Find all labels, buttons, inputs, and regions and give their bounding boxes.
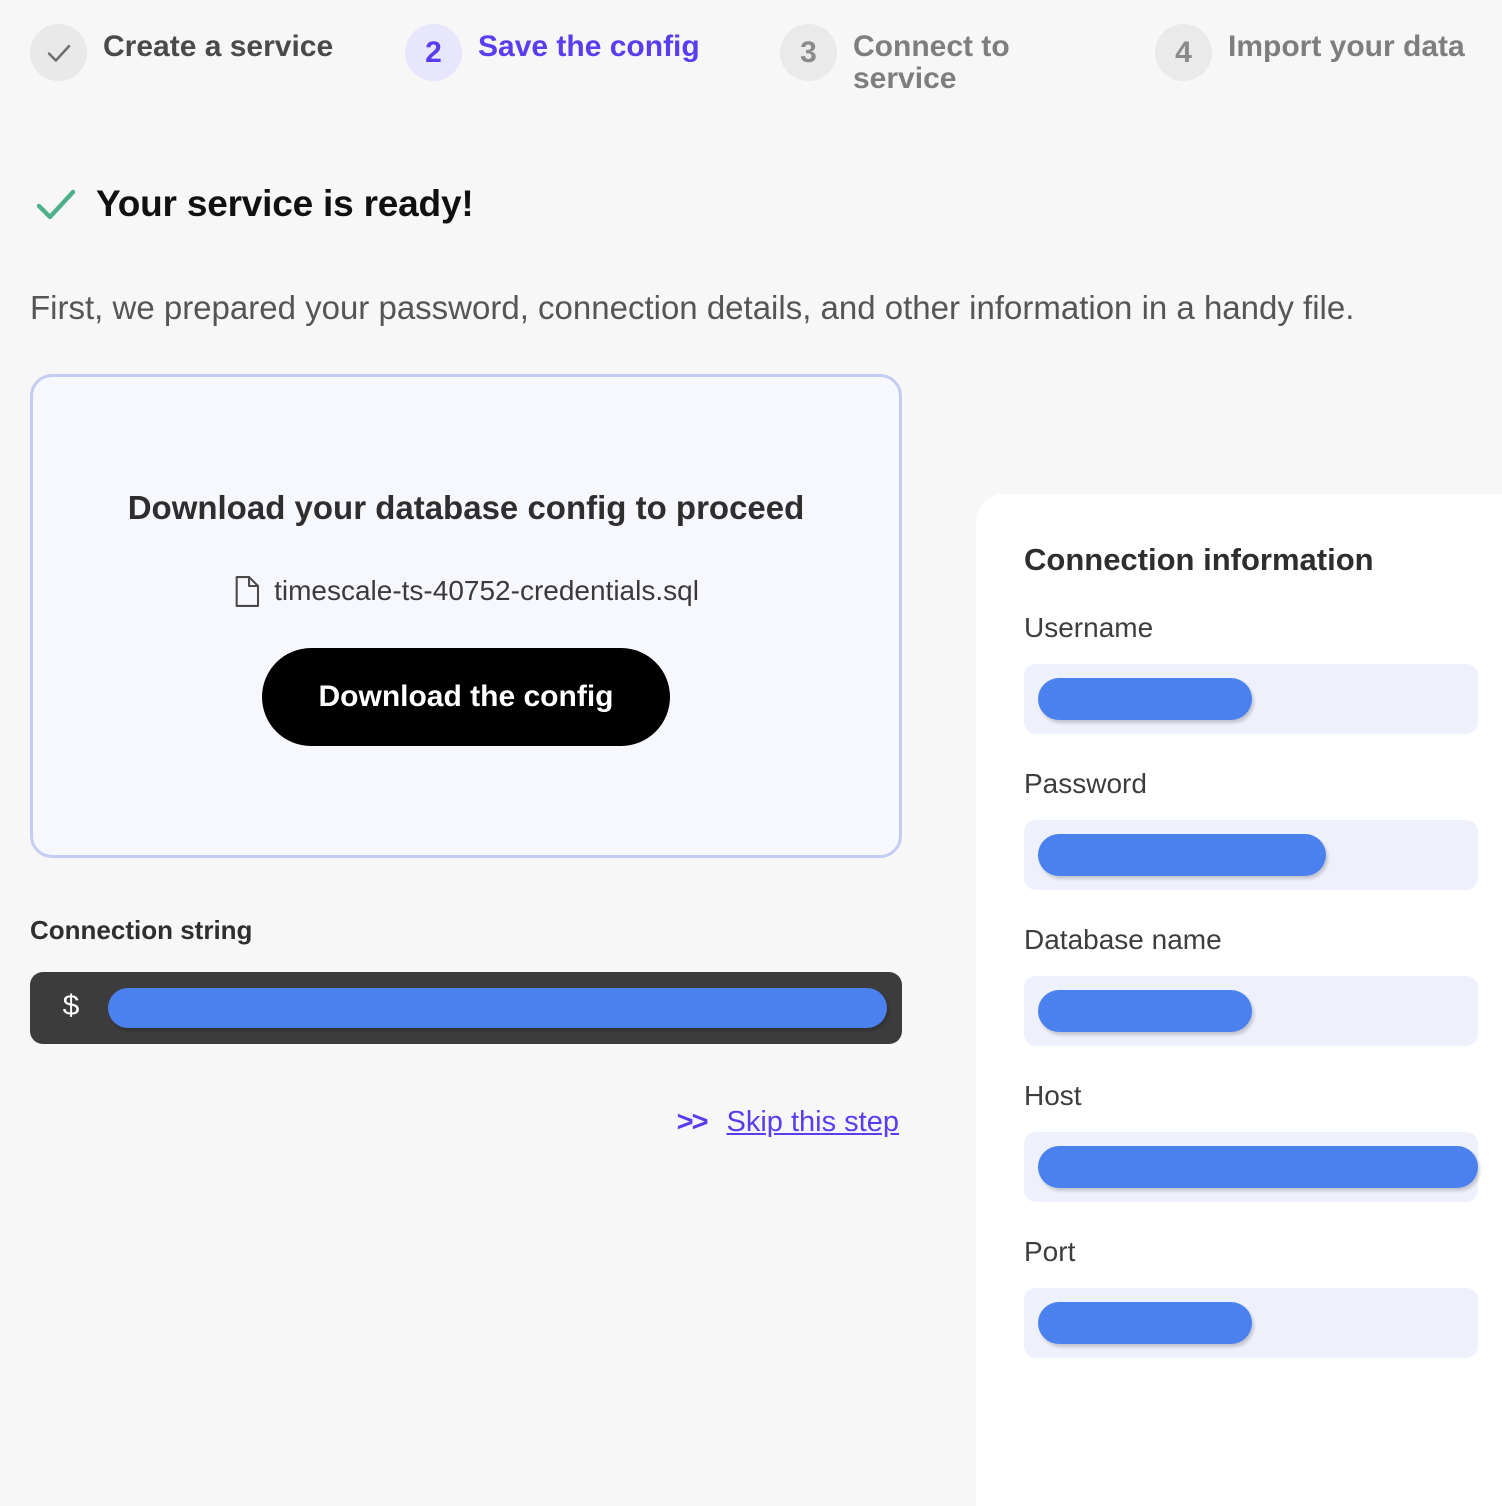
step-1-label: Create a service xyxy=(103,30,334,63)
connection-information-title: Connection information xyxy=(1024,542,1374,577)
skip-this-step-link[interactable]: Skip this step xyxy=(727,1106,899,1139)
field-username: Username xyxy=(1024,612,1478,734)
step-1-badge xyxy=(30,24,87,81)
step-4-badge: 4 xyxy=(1155,24,1212,81)
field-username-label: Username xyxy=(1024,612,1154,643)
field-port-label: Port xyxy=(1024,1236,1076,1267)
config-file-name: timescale-ts-40752-credentials.sql xyxy=(274,575,699,607)
field-host: Host xyxy=(1024,1080,1478,1202)
step-save-the-config[interactable]: 2 Save the config xyxy=(375,22,750,96)
onboarding-stepper: Create a service 2 Save the config 3 Con… xyxy=(0,0,1502,96)
step-2-label: Save the config xyxy=(478,30,700,63)
download-config-card: Download your database config to proceed… xyxy=(30,373,902,858)
connection-string-field[interactable]: $ xyxy=(30,971,902,1044)
field-host-value[interactable] xyxy=(1024,1132,1478,1202)
success-check-icon xyxy=(32,180,80,228)
field-database-name-label: Database name xyxy=(1024,924,1222,955)
field-database-name-value[interactable] xyxy=(1024,976,1478,1046)
password-redacted-value xyxy=(1038,834,1326,876)
field-password-label: Password xyxy=(1024,768,1147,799)
field-password-value[interactable] xyxy=(1024,820,1478,890)
step-3-label: Connect to service xyxy=(853,30,1010,96)
port-redacted-value xyxy=(1038,1302,1252,1344)
connection-information-panel: Connection information Username Password… xyxy=(976,494,1502,1506)
intro-paragraph: First, we prepared your password, connec… xyxy=(30,288,1355,326)
shell-prompt-icon: $ xyxy=(62,990,81,1025)
double-chevron-right-icon: >> xyxy=(676,1105,709,1138)
config-file-row: timescale-ts-40752-credentials.sql xyxy=(233,575,699,608)
skip-step-row: >> Skip this step xyxy=(30,1106,902,1139)
host-redacted-value xyxy=(1038,1146,1478,1188)
check-icon xyxy=(44,38,74,68)
field-port: Port xyxy=(1024,1236,1478,1358)
field-port-value[interactable] xyxy=(1024,1288,1478,1358)
step-4-label: Import your data xyxy=(1228,30,1465,63)
step-2-badge: 2 xyxy=(405,24,462,81)
page-title: Your service is ready! xyxy=(96,182,474,224)
step-import-your-data[interactable]: 4 Import your data xyxy=(1125,22,1500,96)
step-3-badge: 3 xyxy=(780,24,837,81)
download-the-config-button[interactable]: Download the config xyxy=(262,647,670,746)
field-database-name: Database name xyxy=(1024,924,1478,1046)
connection-string-redacted-value xyxy=(108,987,887,1028)
field-host-label: Host xyxy=(1024,1080,1082,1111)
download-card-title: Download your database config to proceed xyxy=(127,488,805,526)
file-icon xyxy=(233,575,261,608)
step-connect-to-service[interactable]: 3 Connect to service xyxy=(750,22,1125,96)
database-name-redacted-value xyxy=(1038,990,1252,1032)
field-password: Password xyxy=(1024,768,1478,890)
step-create-a-service[interactable]: Create a service xyxy=(0,22,375,96)
service-ready-heading: Your service is ready! xyxy=(32,180,1502,228)
field-username-value[interactable] xyxy=(1024,664,1478,734)
username-redacted-value xyxy=(1038,678,1252,720)
